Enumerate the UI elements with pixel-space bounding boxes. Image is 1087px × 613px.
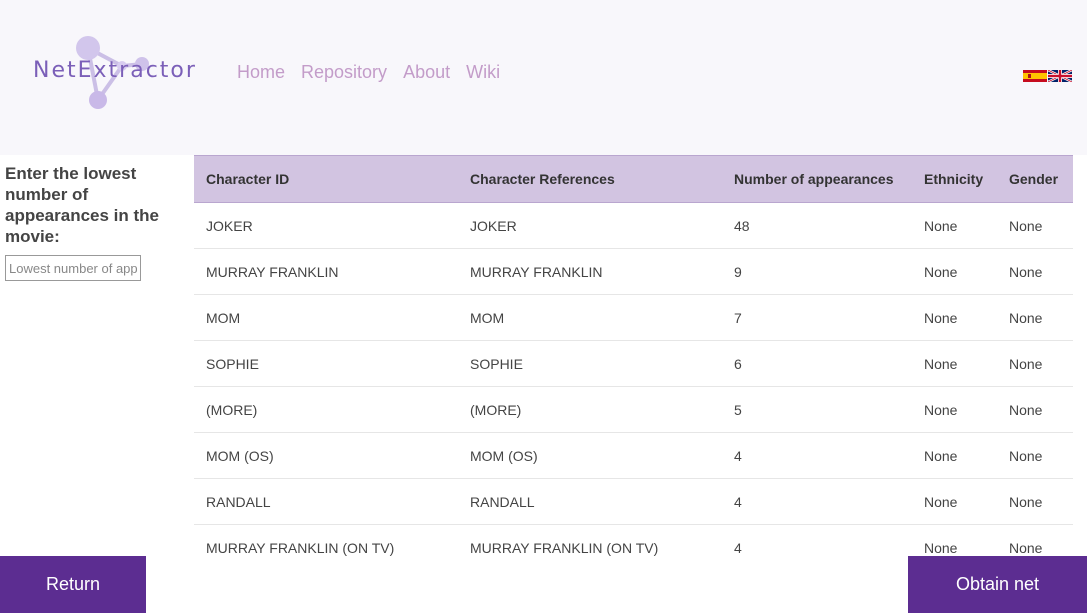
- nav-repository[interactable]: Repository: [301, 62, 387, 83]
- cell-gender: None: [1009, 539, 1043, 556]
- cell-ethnicity: None: [924, 401, 958, 418]
- table-header-row: Character ID Character References Number…: [194, 155, 1073, 203]
- cell-appearances: 4: [734, 539, 742, 556]
- netextractor-logo[interactable]: NetExtractor: [30, 34, 200, 114]
- cell-ethnicity: None: [924, 493, 958, 510]
- cell-character-id: MOM (OS): [206, 447, 274, 464]
- cell-gender: None: [1009, 309, 1043, 326]
- cell-gender: None: [1009, 355, 1043, 372]
- cell-appearances: 9: [734, 263, 742, 280]
- cell-ethnicity: None: [924, 355, 958, 372]
- cell-character-id: RANDALL: [206, 493, 271, 510]
- table-row: MURRAY FRANKLIN (ON TV) MURRAY FRANKLIN …: [194, 525, 1073, 557]
- cell-character-references: MOM: [470, 309, 505, 326]
- cell-appearances: 6: [734, 355, 742, 372]
- main-nav: Home Repository About Wiki: [237, 62, 516, 83]
- brand-name: NetExtractor: [33, 58, 197, 83]
- table-row: MURRAY FRANKLIN MURRAY FRANKLIN 9 None N…: [194, 249, 1073, 295]
- cell-gender: None: [1009, 447, 1043, 464]
- cell-ethnicity: None: [924, 263, 958, 280]
- language-switcher: [1023, 70, 1072, 82]
- cell-appearances: 48: [734, 217, 750, 234]
- cell-character-references: MOM (OS): [470, 447, 538, 464]
- spain-flag-icon[interactable]: [1023, 70, 1047, 82]
- cell-ethnicity: None: [924, 217, 958, 234]
- uk-flag-icon[interactable]: [1048, 70, 1072, 82]
- cell-character-id: SOPHIE: [206, 355, 259, 372]
- cell-character-id: MURRAY FRANKLIN: [206, 263, 339, 280]
- column-header-appearances[interactable]: Number of appearances: [722, 155, 912, 203]
- nav-home[interactable]: Home: [237, 62, 285, 83]
- cell-character-references: MURRAY FRANKLIN: [470, 263, 603, 280]
- min-appearances-input[interactable]: [5, 255, 141, 281]
- cell-character-references: SOPHIE: [470, 355, 523, 372]
- cell-character-references: (MORE): [470, 401, 522, 418]
- cell-character-id: MOM: [206, 309, 241, 326]
- table-row: (MORE) (MORE) 5 None None: [194, 387, 1073, 433]
- cell-ethnicity: None: [924, 539, 958, 556]
- column-header-character-id[interactable]: Character ID: [194, 155, 458, 203]
- cell-gender: None: [1009, 493, 1043, 510]
- column-header-ethnicity[interactable]: Ethnicity: [912, 155, 997, 203]
- table-row: JOKER JOKER 48 None None: [194, 203, 1073, 249]
- table-row: MOM (OS) MOM (OS) 4 None None: [194, 433, 1073, 479]
- filter-panel: Enter the lowest number of appearances i…: [5, 163, 185, 281]
- cell-appearances: 4: [734, 493, 742, 510]
- cell-character-id: MURRAY FRANKLIN (ON TV): [206, 539, 395, 556]
- cell-appearances: 7: [734, 309, 742, 326]
- min-appearances-label: Enter the lowest number of appearances i…: [5, 164, 160, 246]
- cell-gender: None: [1009, 401, 1043, 418]
- obtain-net-button[interactable]: Obtain net: [908, 556, 1087, 613]
- cell-appearances: 5: [734, 401, 742, 418]
- cell-gender: None: [1009, 263, 1043, 280]
- cell-ethnicity: None: [924, 309, 958, 326]
- cell-ethnicity: None: [924, 447, 958, 464]
- column-header-gender[interactable]: Gender: [997, 155, 1073, 203]
- table-row: SOPHIE SOPHIE 6 None None: [194, 341, 1073, 387]
- table-row: RANDALL RANDALL 4 None None: [194, 479, 1073, 525]
- table-row: MOM MOM 7 None None: [194, 295, 1073, 341]
- cell-character-id: (MORE): [206, 401, 258, 418]
- cell-appearances: 4: [734, 447, 742, 464]
- cell-character-references: JOKER: [470, 217, 517, 234]
- cell-character-references: MURRAY FRANKLIN (ON TV): [470, 539, 659, 556]
- column-header-character-references[interactable]: Character References: [458, 155, 722, 203]
- nav-about[interactable]: About: [403, 62, 450, 83]
- characters-table-container[interactable]: Character ID Character References Number…: [194, 155, 1073, 556]
- return-button[interactable]: Return: [0, 556, 146, 613]
- site-header: NetExtractor Home Repository About Wiki: [0, 0, 1087, 155]
- characters-table: Character ID Character References Number…: [194, 155, 1073, 556]
- nav-wiki[interactable]: Wiki: [466, 62, 500, 83]
- cell-character-references: RANDALL: [470, 493, 535, 510]
- cell-gender: None: [1009, 217, 1043, 234]
- cell-character-id: JOKER: [206, 217, 253, 234]
